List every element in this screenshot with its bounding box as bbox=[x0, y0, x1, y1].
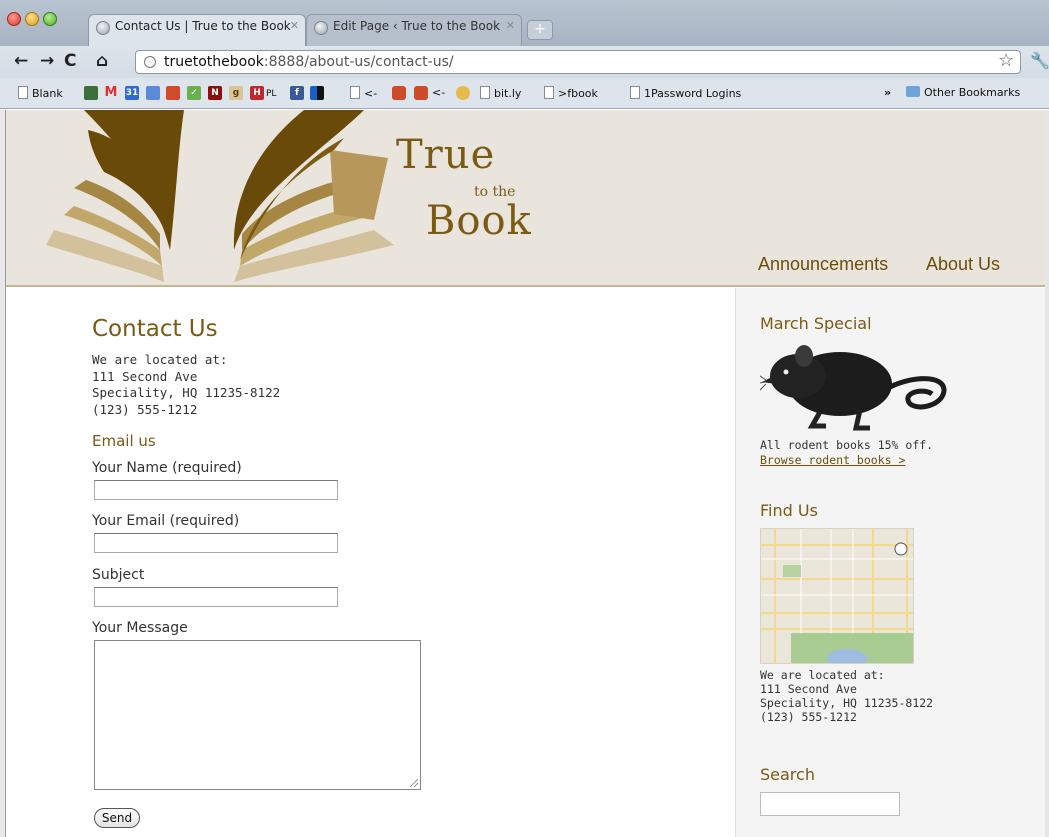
netflix-icon[interactable]: N bbox=[208, 86, 222, 100]
search-heading: Search bbox=[760, 765, 815, 784]
nav-about-us[interactable]: About Us bbox=[926, 254, 1000, 275]
logo-word-true: True bbox=[396, 132, 496, 178]
globe-icon bbox=[144, 56, 156, 68]
back-arrow-icon[interactable]: ← bbox=[14, 52, 28, 70]
send-button[interactable]: Send bbox=[94, 808, 140, 828]
find-us-address: We are located at: 111 Second Ave Specia… bbox=[760, 668, 934, 724]
smiley-icon[interactable] bbox=[456, 86, 470, 100]
email-input[interactable] bbox=[94, 533, 338, 553]
delicious-icon[interactable] bbox=[310, 86, 324, 100]
page-icon bbox=[544, 86, 554, 99]
bookmark-label: <- bbox=[364, 87, 378, 100]
facebook-icon[interactable]: f bbox=[290, 86, 304, 100]
open-book-logo-icon bbox=[46, 110, 394, 282]
browse-rodent-books-link[interactable]: Browse rodent books > bbox=[760, 453, 905, 467]
url-path: :8888/about-us/contact-us/ bbox=[263, 54, 454, 70]
bookmark-label: PL bbox=[266, 89, 277, 99]
bookmark-label: Other Bookmarks bbox=[924, 86, 1021, 99]
tab-contact-us[interactable]: Contact Us | True to the Book ✕ bbox=[88, 14, 306, 46]
email-us-heading: Email us bbox=[92, 432, 156, 450]
globe-icon bbox=[314, 21, 328, 35]
home-icon[interactable]: ⌂ bbox=[96, 52, 108, 70]
message-label: Your Message bbox=[92, 620, 188, 636]
special-text: All rodent books 15% off. bbox=[760, 438, 934, 452]
page-icon bbox=[480, 86, 490, 99]
page-icon bbox=[350, 86, 360, 99]
g-icon[interactable]: g bbox=[229, 86, 243, 100]
message-textarea[interactable] bbox=[94, 640, 421, 790]
search-input[interactable] bbox=[760, 792, 900, 816]
h-icon[interactable]: H bbox=[250, 86, 264, 100]
address-block: We are located at: 111 Second Ave Specia… bbox=[92, 352, 281, 417]
globe-icon bbox=[96, 21, 110, 35]
bookmark-back-2[interactable]: <- bbox=[432, 86, 445, 100]
bookmark-label: 1Password Logins bbox=[644, 87, 742, 100]
logo-word-book: Book bbox=[426, 198, 532, 244]
page-icon bbox=[630, 86, 640, 99]
bookmark-back-1[interactable]: <- bbox=[350, 86, 377, 101]
bookmark-label: Blank bbox=[32, 87, 63, 100]
checkmark-icon[interactable]: ✓ bbox=[187, 86, 201, 100]
address-bar[interactable]: truetothebook:8888/about-us/contact-us/ bbox=[135, 50, 1021, 74]
window-right-edge bbox=[1045, 110, 1049, 837]
site-header: True to the Book Announcements About Us bbox=[6, 110, 1045, 287]
bookmark-label: bit.ly bbox=[494, 87, 522, 100]
cube-icon[interactable] bbox=[414, 86, 428, 100]
bookmarks-overflow-chevron[interactable]: » bbox=[884, 86, 891, 100]
close-window-icon[interactable] bbox=[7, 12, 21, 26]
browser-tab-bar: Contact Us | True to the Book ✕ Edit Pag… bbox=[0, 0, 1049, 46]
march-special-heading: March Special bbox=[760, 314, 872, 333]
bookmark-bitly[interactable]: bit.ly bbox=[480, 86, 521, 101]
page-title: Contact Us bbox=[92, 316, 218, 342]
bookmark-icon-green[interactable] bbox=[84, 86, 98, 100]
find-us-heading: Find Us bbox=[760, 501, 818, 520]
sidebar: March Special All rodent books 15% off. … bbox=[735, 288, 1045, 837]
location-map[interactable] bbox=[760, 528, 914, 664]
close-tab-icon[interactable]: ✕ bbox=[506, 19, 515, 32]
subject-label: Subject bbox=[92, 567, 145, 583]
resize-grip-icon[interactable] bbox=[410, 779, 418, 787]
name-input[interactable] bbox=[94, 480, 338, 500]
bookmark-star-icon[interactable]: ☆ bbox=[998, 50, 1014, 71]
page-icon bbox=[18, 86, 28, 99]
bookmark-1password[interactable]: 1Password Logins bbox=[630, 86, 741, 101]
tab-label: Contact Us | True to the Book bbox=[115, 19, 291, 33]
docs-icon[interactable] bbox=[146, 86, 160, 100]
tab-label: Edit Page ‹ True to the Book bbox=[333, 19, 501, 33]
folder-icon bbox=[906, 86, 920, 97]
name-label: Your Name (required) bbox=[92, 460, 242, 476]
subject-input[interactable] bbox=[94, 587, 338, 607]
rat-illustration-icon bbox=[760, 345, 947, 431]
bookmark-fbook[interactable]: >fbook bbox=[544, 86, 598, 101]
new-tab-button[interactable]: + bbox=[527, 20, 553, 40]
bookmark-label: <- bbox=[432, 86, 446, 99]
reader-icon[interactable] bbox=[166, 86, 180, 100]
nav-announcements[interactable]: Announcements bbox=[758, 254, 888, 275]
wrench-icon[interactable]: 🔧 bbox=[1030, 51, 1049, 70]
bookmark-other[interactable]: Other Bookmarks bbox=[906, 86, 1020, 100]
close-tab-icon[interactable]: ✕ bbox=[290, 19, 299, 32]
url-host: truetothebook bbox=[164, 54, 264, 70]
email-label: Your Email (required) bbox=[92, 513, 240, 529]
map-graphic bbox=[761, 529, 913, 663]
calendar-icon[interactable]: 31 bbox=[125, 86, 139, 100]
bookmarks-bar: Blank M 31 ✓ N g H PL f <- <- bit.ly >fb… bbox=[0, 78, 1049, 109]
gmail-icon[interactable]: M bbox=[104, 86, 118, 100]
cube-icon[interactable] bbox=[392, 86, 406, 100]
bookmark-blank[interactable]: Blank bbox=[18, 86, 63, 101]
page-viewport: True to the Book Announcements About Us … bbox=[6, 110, 1045, 837]
bookmark-pl[interactable]: PL bbox=[266, 87, 276, 101]
browser-toolbar: ← → C ⌂ truetothebook:8888/about-us/cont… bbox=[0, 46, 1049, 78]
bookmark-label: >fbook bbox=[558, 87, 598, 100]
minimize-window-icon[interactable] bbox=[25, 12, 39, 26]
zoom-window-icon[interactable] bbox=[43, 12, 57, 26]
tab-edit-page[interactable]: Edit Page ‹ True to the Book ✕ bbox=[306, 14, 522, 46]
forward-arrow-icon[interactable]: → bbox=[40, 52, 54, 70]
reload-icon[interactable]: C bbox=[64, 52, 76, 70]
